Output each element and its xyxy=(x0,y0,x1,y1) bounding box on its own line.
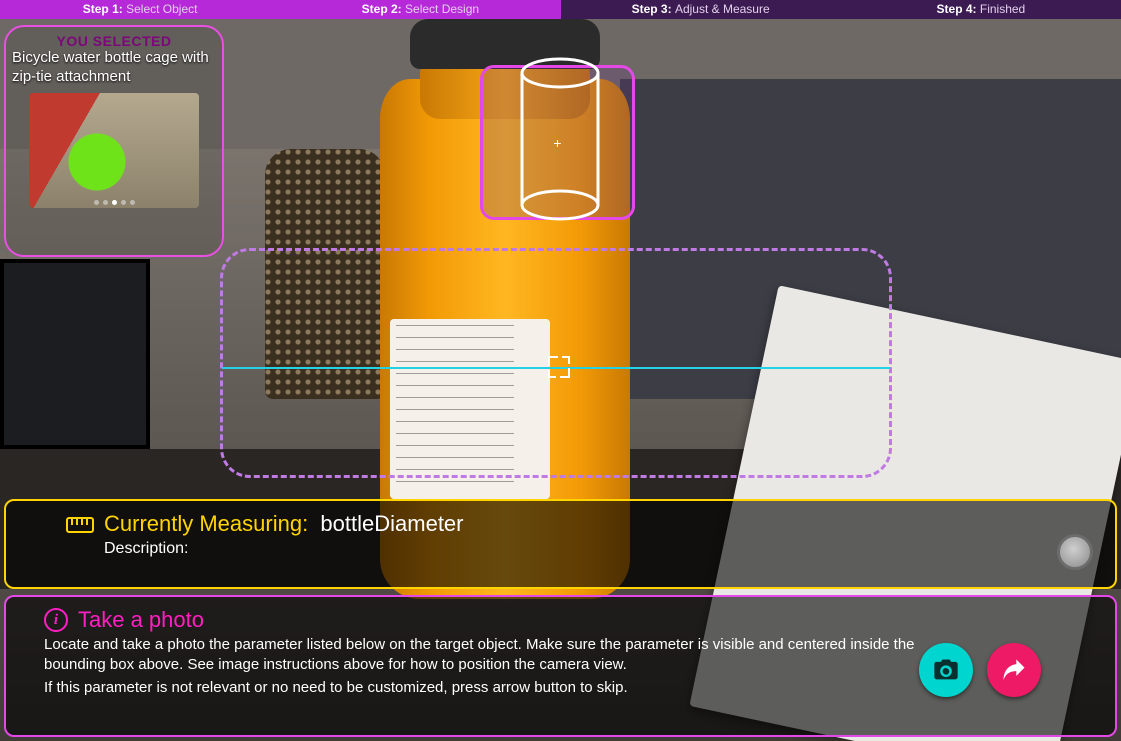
cylinder-wireframe-icon xyxy=(500,55,620,225)
measuring-panel: Currently Measuring: bottleDiameter Desc… xyxy=(4,499,1117,589)
selected-panel: YOU SELECTED Bicycle water bottle cage w… xyxy=(4,25,224,257)
step-2[interactable]: Step 2: Select Design xyxy=(280,0,560,19)
selected-description: Bicycle water bottle cage with zip-tie a… xyxy=(12,49,216,87)
selected-thumbnail[interactable] xyxy=(29,93,199,208)
measuring-parameter: bottleDiameter xyxy=(320,511,463,536)
step-4[interactable]: Step 4: Finished xyxy=(841,0,1121,19)
measuring-title: Currently Measuring: bottleDiameter xyxy=(104,511,1097,537)
selected-title: YOU SELECTED xyxy=(12,33,216,49)
skip-button[interactable] xyxy=(987,643,1041,697)
instruction-body-1: Locate and take a photo the parameter li… xyxy=(44,635,915,676)
camera-icon xyxy=(932,656,960,684)
ruler-icon xyxy=(66,517,94,538)
record-indicator-icon xyxy=(1057,534,1093,570)
capture-button[interactable] xyxy=(919,643,973,697)
instruction-body-2: If this parameter is not relevant or no … xyxy=(44,678,915,698)
page-indicator[interactable] xyxy=(12,192,216,210)
measuring-description: Description: xyxy=(104,540,1097,558)
info-icon: i xyxy=(44,608,68,632)
step-bar: Step 1: Select Object Step 2: Select Des… xyxy=(0,0,1121,19)
instruction-title: i Take a photo xyxy=(44,607,915,633)
step-3[interactable]: Step 3: Adjust & Measure xyxy=(561,0,841,19)
center-reticle-icon xyxy=(548,356,570,378)
arrow-forward-icon xyxy=(1000,656,1028,684)
step-1[interactable]: Step 1: Select Object xyxy=(0,0,280,19)
